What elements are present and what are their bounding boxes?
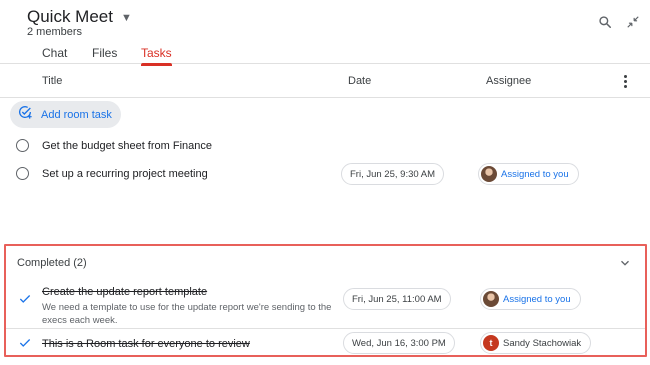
assignee-label: Assigned to you [503,293,571,305]
tab-chat[interactable]: Chat [42,46,92,64]
tab-bar: Chat Files Tasks [42,46,172,66]
task-title: Get the budget sheet from Finance [42,140,212,152]
room-name-dropdown[interactable]: Quick Meet ▼ [27,7,132,27]
assignee-chip[interactable]: Assigned to you [480,288,581,310]
tab-files[interactable]: Files [92,46,141,64]
due-date-chip[interactable]: Wed, Jun 16, 3:00 PM [343,332,455,354]
avatar: t [483,335,499,351]
completed-check-icon[interactable] [18,292,32,311]
task-row[interactable]: Set up a recurring project meeting Fri, … [0,160,650,188]
task-row[interactable]: Get the budget sheet from Finance [0,132,650,160]
room-name: Quick Meet [27,7,113,26]
divider [6,328,645,329]
avatar [481,166,497,182]
complete-checkbox[interactable] [16,139,29,152]
column-date: Date [348,75,372,87]
room-header: Quick Meet ▼ 2 members Chat Files Tasks [0,0,650,66]
task-title[interactable]: This is a Room task for everyone to revi… [42,338,250,350]
more-options-icon[interactable] [617,73,633,89]
task-title[interactable]: Create the update report template [42,286,207,298]
completed-section: Completed (2) Create the update report t… [4,244,647,357]
complete-checkbox[interactable] [16,167,29,180]
assignee-label: Assigned to you [501,168,569,180]
task-title: Set up a recurring project meeting [42,168,208,180]
column-assignee: Assignee [486,75,532,87]
assignee-chip[interactable]: t Sandy Stachowiak [480,332,592,354]
column-title: Title [42,75,63,87]
add-room-task-label: Add room task [41,108,112,121]
tab-tasks[interactable]: Tasks [141,46,172,66]
task-description: We need a template to use for the update… [42,302,332,326]
assignee-chip[interactable]: Assigned to you [478,163,579,185]
add-task-icon [17,104,33,125]
due-date-chip[interactable]: Fri, Jun 25, 11:00 AM [343,288,451,310]
completed-header[interactable]: Completed (2) [17,257,87,269]
caret-down-icon: ▼ [120,12,132,24]
completed-check-icon[interactable] [18,336,32,355]
collapse-icon[interactable] [623,12,643,32]
column-header-row: Title Date Assignee [0,64,650,98]
add-room-task-button[interactable]: Add room task [10,101,121,128]
due-date-chip[interactable]: Fri, Jun 25, 9:30 AM [341,163,445,185]
chevron-down-icon[interactable] [618,256,632,275]
search-icon[interactable] [595,12,615,32]
assignee-label: Sandy Stachowiak [503,337,582,349]
member-count: 2 members [27,26,83,38]
avatar [483,291,499,307]
